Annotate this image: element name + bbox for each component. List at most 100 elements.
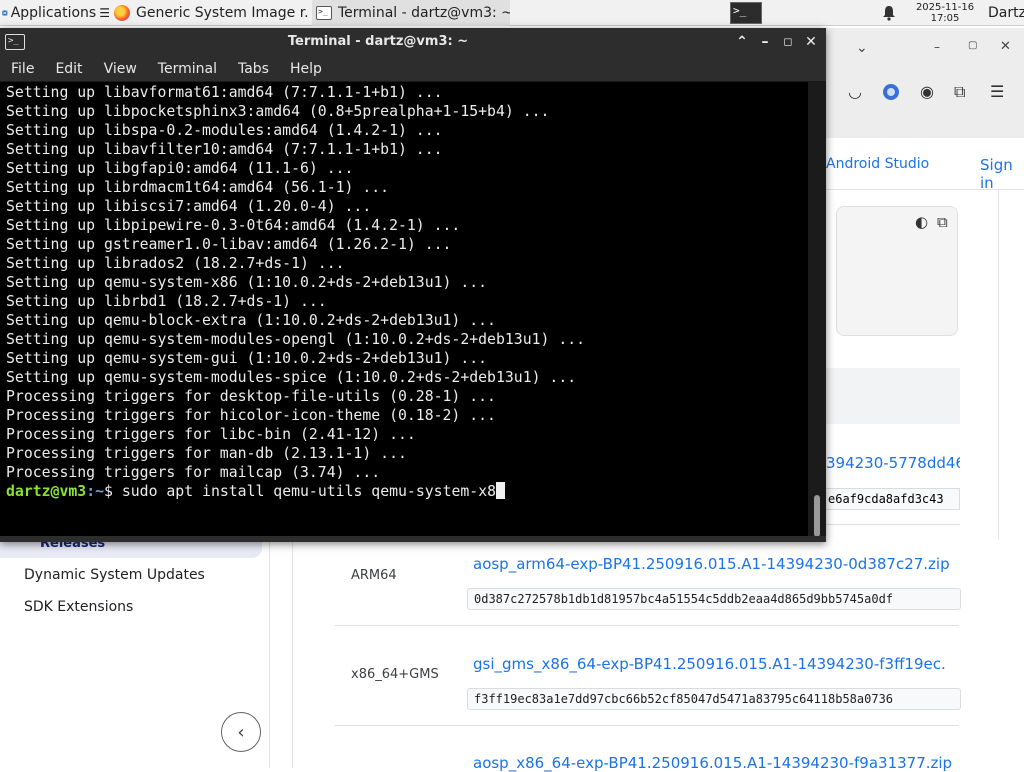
xfce-logo-icon <box>2 10 8 16</box>
download-link-partial[interactable]: 394230-5778dd46 <box>826 454 960 476</box>
terminal-scrollbar[interactable] <box>808 82 826 542</box>
output-line: Setting up qemu-system-modules-spice (1:… <box>6 369 577 386</box>
prompt-separator: : <box>86 483 96 500</box>
terminal-titlebar[interactable]: >_ Terminal - dartz@vm3: ~ ⌃ – ◻ ✕ <box>0 28 826 56</box>
shade-chevron-up-icon[interactable]: ⌃ <box>732 32 752 52</box>
browser-window-controls: ⌄ – ▢ ✕ <box>826 28 1024 72</box>
arch-cell: x86_64+GMS <box>351 667 439 682</box>
taskbar-firefox-window[interactable]: Generic System Image r... <box>110 0 310 26</box>
clock-date: 2025-11-16 <box>915 2 975 13</box>
site-header: Android Studio Sign in <box>826 138 1024 192</box>
menu-view[interactable]: View <box>93 61 147 77</box>
nav-item-releases[interactable]: Releases <box>0 540 262 558</box>
user-menu[interactable]: Dartz <box>984 0 1024 26</box>
browser-toolbar: ◡ ◉ ⧉ ☰ <box>826 72 1024 112</box>
output-line: Setting up libavfilter10:amd64 (7:7.1.1-… <box>6 141 443 158</box>
nav-item-sdk-extensions[interactable]: SDK Extensions <box>24 599 133 615</box>
firefox-icon <box>114 5 130 21</box>
terminal-title: Terminal - dartz@vm3: ~ <box>287 34 469 49</box>
output-line: Setting up qemu-system-gui (1:10.0.2+ds-… <box>6 350 488 367</box>
chevron-left-icon: ‹ <box>237 721 245 743</box>
applications-menu[interactable]: Applications ☰ <box>0 0 110 26</box>
terminal-menubar: File Edit View Terminal Tabs Help <box>0 56 826 82</box>
output-line: Setting up libpocketsphinx3:amd64 (0.8+5… <box>6 103 550 120</box>
copy-icon[interactable]: ⧉ <box>937 213 948 231</box>
top-panel: Applications ☰ Generic System Image r...… <box>0 0 1024 26</box>
command-input[interactable]: sudo apt install qemu-utils qemu-system-… <box>122 483 496 500</box>
prompt-line[interactable]: dartz@vm3:~$ sudo apt install qemu-utils… <box>6 482 808 501</box>
user-name: Dartz <box>988 5 1024 21</box>
hamburger-menu-icon[interactable]: ☰ <box>990 82 1004 101</box>
terminal-icon: >_ <box>316 6 332 20</box>
collapse-nav-button[interactable]: ‹ <box>221 712 261 752</box>
taskbar-firefox-title: Generic System Image r... <box>136 5 310 21</box>
nav-item-dynamic-system-updates[interactable]: Dynamic System Updates <box>24 567 205 583</box>
tray-terminal-launcher[interactable]: >_ <box>728 0 764 26</box>
prompt-symbol: $ <box>104 483 122 500</box>
prompt-path: ~ <box>95 483 105 500</box>
menu-edit[interactable]: Edit <box>44 61 92 77</box>
output-line: Setting up qemu-system-modules-opengl (1… <box>6 331 586 348</box>
output-line: Setting up libiscsi7:amd64 (1.20.0-4) ..… <box>6 198 372 215</box>
output-line: Setting up gstreamer1.0-libav:amd64 (1.2… <box>6 236 452 253</box>
output-line: Setting up libspa-0.2-modules:amd64 (1.4… <box>6 122 443 139</box>
puzzle-extensions-icon[interactable]: ⧉ <box>954 82 965 102</box>
theme-toggle-icon[interactable]: ◐ <box>915 213 928 231</box>
download-link[interactable]: aosp_arm64-exp-BP41.250916.015.A1-143942… <box>473 555 963 573</box>
checksum-cell: 0d387c272578b1db1d81957bc4a51554c5ddb2ea… <box>467 588 961 610</box>
tab-list-chevron-icon[interactable]: ⌄ <box>856 40 868 56</box>
output-line: Setting up librados2 (18.2.7+ds-1) ... <box>6 255 345 272</box>
minimize-icon[interactable]: – <box>934 40 940 54</box>
clock-time: 17:05 <box>930 13 960 24</box>
output-line: Setting up qemu-system-x86 (1:10.0.2+ds-… <box>6 274 488 291</box>
extension-blue-icon[interactable] <box>882 83 900 105</box>
output-line: Setting up librbd1 (18.2.7+ds-1) ... <box>6 293 327 310</box>
menu-file[interactable]: File <box>0 61 44 77</box>
download-link[interactable]: aosp_x86_64-exp-BP41.250916.015.A1-14394… <box>473 754 963 772</box>
menu-glyph-icon: ☰ <box>99 6 110 20</box>
output-line: Setting up libavformat61:amd64 (7:7.1.1-… <box>6 84 443 101</box>
output-line: Processing triggers for libc-bin (2.41-1… <box>6 426 416 443</box>
table-row: x86_64+GMS gsi_gms_x86_64-exp-BP41.25091… <box>335 626 961 726</box>
download-link[interactable]: gsi_gms_x86_64-exp-BP41.250916.015.A1-14… <box>473 655 963 673</box>
output-line: Processing triggers for mailcap (3.74) .… <box>6 464 381 481</box>
table-row: ARM64 aosp_arm64-exp-BP41.250916.015.A1-… <box>335 540 961 626</box>
terminal-window: >_ Terminal - dartz@vm3: ~ ⌃ – ◻ ✕ File … <box>0 28 826 542</box>
output-line: Processing triggers for man-db (2.13.1-1… <box>6 445 407 462</box>
sign-in-link[interactable]: Sign in <box>980 156 1024 192</box>
menu-terminal[interactable]: Terminal <box>147 61 227 77</box>
row-divider <box>826 524 960 525</box>
terminal-launcher-icon: >_ <box>730 2 762 24</box>
nav-android-studio-link[interactable]: Android Studio <box>826 156 929 172</box>
menu-help[interactable]: Help <box>279 61 332 77</box>
prompt-user: dartz@vm3 <box>6 483 87 500</box>
code-snippet-box: ◐ ⧉ <box>836 206 958 336</box>
output-line: Setting up libgfapi0:amd64 (11.1-6) ... <box>6 160 354 177</box>
close-icon[interactable]: ✕ <box>801 32 821 52</box>
account-icon[interactable]: ◉ <box>920 82 934 101</box>
maximize-icon[interactable]: ◻ <box>778 32 798 52</box>
maximize-icon[interactable]: ▢ <box>968 40 977 51</box>
checksum-cell: f3ff19ec83a1e7dd97cbc66b52cf85047d5471a8… <box>467 688 961 710</box>
table-header-row <box>826 368 960 424</box>
menu-tabs[interactable]: Tabs <box>227 61 279 77</box>
scrollbar-thumb[interactable] <box>814 495 820 537</box>
output-line: Processing triggers for desktop-file-uti… <box>6 388 496 405</box>
clock[interactable]: 2025-11-16 17:05 <box>908 0 982 26</box>
minimize-icon[interactable]: – <box>755 32 775 52</box>
bell-icon <box>883 6 895 21</box>
output-line: Processing triggers for hicolor-icon-the… <box>6 407 496 424</box>
left-navigation: Releases Dynamic System Updates SDK Exte… <box>0 540 270 768</box>
table-row: aosp_x86_64-exp-BP41.250916.015.A1-14394… <box>335 726 959 772</box>
pocket-icon[interactable]: ◡ <box>848 82 862 101</box>
output-line: Setting up libpipewire-0.3-0t64:amd64 (1… <box>6 217 461 234</box>
text-cursor <box>496 482 506 499</box>
close-icon[interactable]: ✕ <box>1000 39 1011 54</box>
taskbar-terminal-window[interactable]: >_ Terminal - dartz@vm3: ~ <box>312 0 510 26</box>
terminal-output[interactable]: Setting up libavformat61:amd64 (7:7.1.1-… <box>0 82 808 542</box>
notifications-button[interactable] <box>876 0 902 26</box>
arch-cell: ARM64 <box>351 568 397 583</box>
applications-label: Applications <box>10 5 97 21</box>
output-line: Setting up librdmacm1t64:amd64 (56.1-1) … <box>6 179 390 196</box>
output-line: Setting up qemu-block-extra (1:10.0.2+ds… <box>6 312 496 329</box>
